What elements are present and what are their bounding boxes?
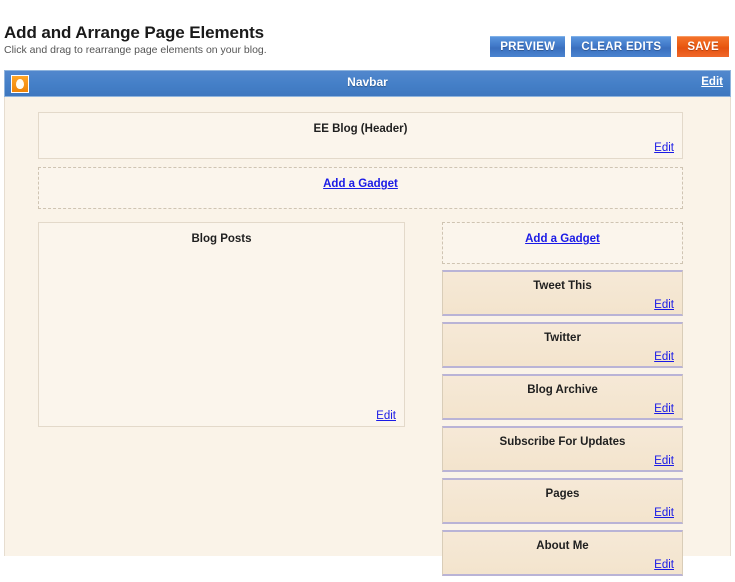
top-add-gadget-link[interactable]: Add a Gadget [39,168,682,190]
layout-canvas: EE Blog (Header) Edit Add a Gadget Blog … [4,97,731,576]
gadget-twitter[interactable]: Twitter Edit [442,322,683,368]
blog-posts-section[interactable]: Blog Posts Edit [38,222,405,427]
gadget-subscribe-for-updates[interactable]: Subscribe For Updates Edit [442,426,683,472]
gadget-title: Blog Archive [527,384,598,396]
navbar-section[interactable]: Navbar Edit [4,70,731,97]
page-subtitle: Click and drag to rearrange page element… [4,44,267,56]
gadget-edit-link[interactable]: Edit [654,299,674,311]
gadget-edit-link[interactable]: Edit [654,403,674,415]
page-title: Add and Arrange Page Elements [4,23,265,42]
gadget-blog-archive[interactable]: Blog Archive Edit [442,374,683,420]
gadget-title: Tweet This [533,280,592,292]
layout-header-section[interactable]: EE Blog (Header) Edit [38,112,683,159]
gadget-title: Twitter [544,332,581,344]
layout-header-edit-link[interactable]: Edit [654,142,674,154]
blog-posts-edit-link[interactable]: Edit [376,410,396,422]
save-button[interactable]: SAVE [677,36,729,57]
gadget-edit-link[interactable]: Edit [654,559,674,571]
gadget-about-me[interactable]: About Me Edit [442,530,683,576]
gadget-title: Subscribe For Updates [499,436,626,448]
gadget-title: About Me [536,540,589,552]
top-add-gadget-section[interactable]: Add a Gadget [38,167,683,209]
navbar-edit-link[interactable]: Edit [701,76,723,88]
preview-button[interactable]: PREVIEW [490,36,566,57]
title-block: Add and Arrange Page Elements Click and … [4,23,267,57]
page-header: Add and Arrange Page Elements Click and … [0,0,735,68]
layout-header-title: EE Blog (Header) [313,123,408,135]
gadget-tweet-this[interactable]: Tweet This Edit [442,270,683,316]
gadget-edit-link[interactable]: Edit [654,507,674,519]
gadget-edit-link[interactable]: Edit [654,351,674,363]
clear-edits-button[interactable]: CLEAR EDITS [571,36,672,57]
sidebar-add-gadget-section[interactable]: Add a Gadget [442,222,683,264]
sidebar-add-gadget-link[interactable]: Add a Gadget [443,223,682,245]
blog-posts-title: Blog Posts [191,233,252,245]
gadget-title: Pages [545,488,580,500]
sidebar-column: Add a Gadget Tweet This Edit Twitter Edi… [442,222,683,582]
navbar-title: Navbar [347,75,388,89]
gadget-pages[interactable]: Pages Edit [442,478,683,524]
gadget-edit-link[interactable]: Edit [654,455,674,467]
action-buttons: PREVIEW CLEAR EDITS SAVE [490,36,729,57]
